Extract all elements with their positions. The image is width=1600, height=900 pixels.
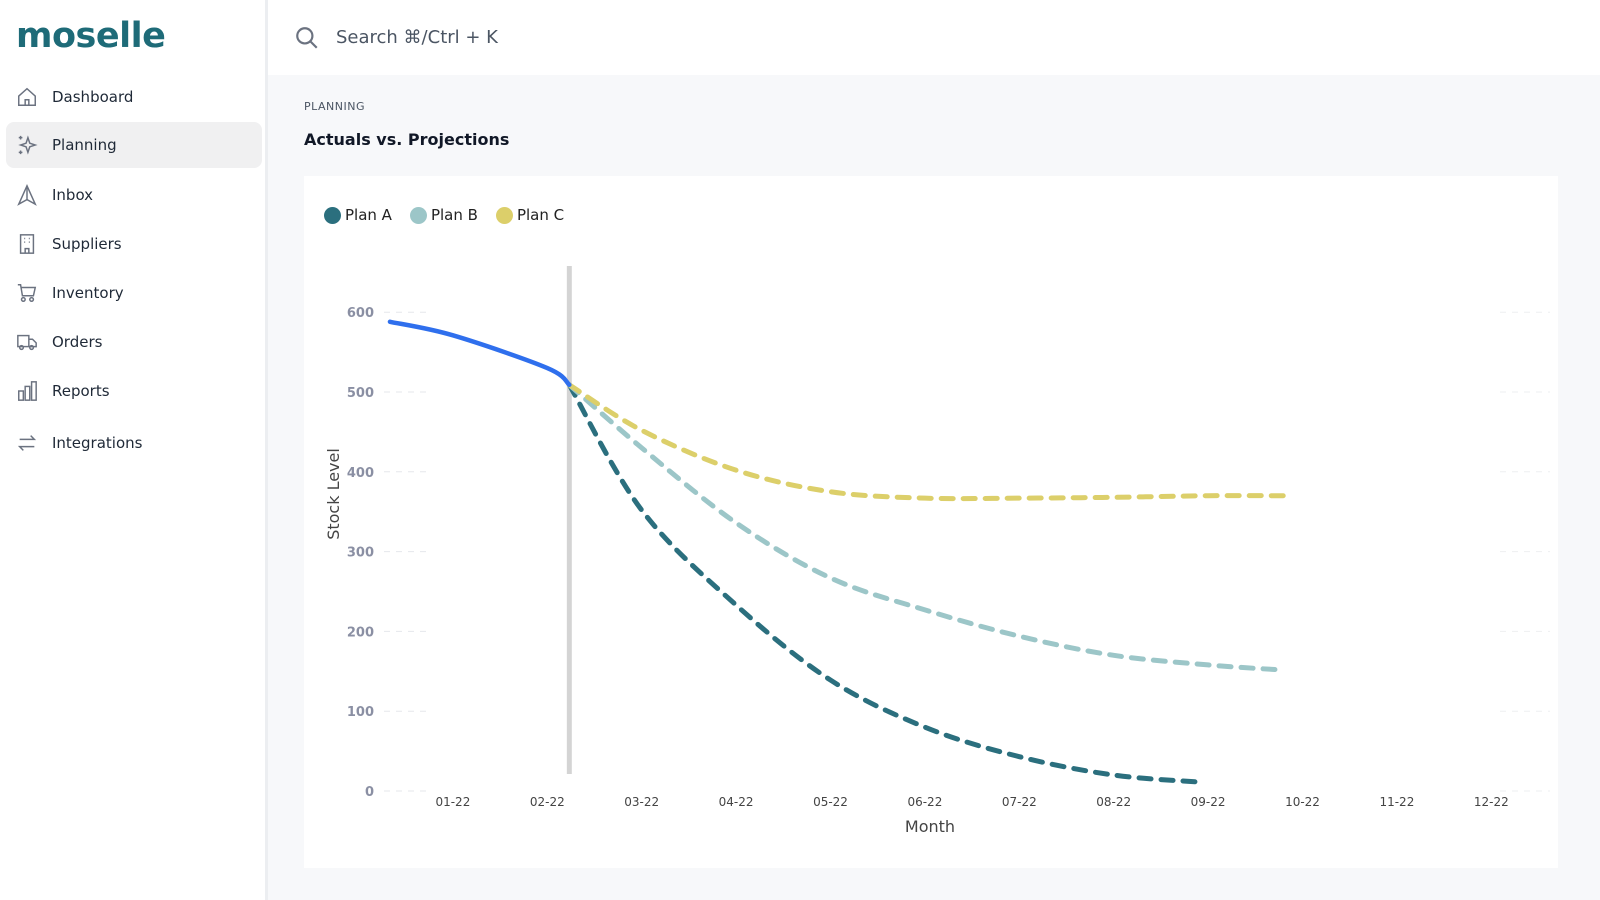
legend-label: Plan C xyxy=(516,206,565,224)
page-title: Actuals vs. Projections xyxy=(304,130,510,149)
y-tick-label: 600 xyxy=(347,306,374,321)
sidebar-item-label: Integrations xyxy=(52,434,143,452)
x-tick-label: 12-22 xyxy=(1474,795,1509,809)
x-tick-label: 06-22 xyxy=(907,795,942,809)
sidebar-item-inventory[interactable]: Inventory xyxy=(6,270,262,316)
sidebar-item-integrations[interactable]: Integrations xyxy=(6,420,262,466)
legend-item[interactable]: Plan A xyxy=(324,206,392,224)
sidebar-item-suppliers[interactable]: Suppliers xyxy=(6,221,262,267)
sidebar-item-label: Reports xyxy=(52,382,110,400)
legend-item[interactable]: Plan C xyxy=(495,206,565,224)
series-line-plan-a xyxy=(566,382,1205,785)
x-tick-label: 05-22 xyxy=(813,795,848,809)
legend-label: Plan B xyxy=(430,206,478,224)
sidebar-item-label: Planning xyxy=(52,136,117,154)
x-tick-label: 04-22 xyxy=(719,795,754,809)
legend-swatch xyxy=(495,206,513,224)
y-axis-label: Stock Level xyxy=(324,448,343,540)
breadcrumb: PLANNING xyxy=(304,100,365,113)
arrows-icon xyxy=(17,435,37,451)
x-tick-label: 07-22 xyxy=(1002,795,1037,809)
x-tick-label: 01-22 xyxy=(435,795,470,809)
series-line-actual xyxy=(387,319,572,388)
sidebar-item-inbox[interactable]: Inbox xyxy=(6,172,262,218)
search-input[interactable] xyxy=(336,27,836,48)
y-tick-label: 500 xyxy=(347,386,374,401)
search-icon xyxy=(296,26,318,49)
y-tick-label: 300 xyxy=(347,546,374,561)
x-tick-label: 11-22 xyxy=(1379,795,1414,809)
sidebar-item-label: Inventory xyxy=(52,284,124,302)
x-axis-label: Month xyxy=(905,817,955,836)
x-tick-label: 10-22 xyxy=(1285,795,1320,809)
y-tick-label: 0 xyxy=(365,785,374,800)
sidebar-item-label: Suppliers xyxy=(52,235,122,253)
y-tick-label: 400 xyxy=(347,466,374,481)
logo[interactable]: moselle xyxy=(16,16,166,56)
x-tick-label: 08-22 xyxy=(1096,795,1131,809)
y-tick-label: 100 xyxy=(347,705,374,720)
search-bar xyxy=(268,0,1600,75)
chart-card: 0 100 200 300 400 500 600 01-22 02-22 03-22 04-22 0… xyxy=(304,176,1558,868)
x-tick-label: 02-22 xyxy=(530,795,565,809)
home-icon xyxy=(18,87,36,106)
bar-chart-icon xyxy=(18,381,37,401)
sidebar-item-reports[interactable]: Reports xyxy=(6,368,262,414)
legend-item[interactable]: Plan B xyxy=(409,206,478,224)
sidebar-item-planning[interactable]: Planning xyxy=(6,122,262,168)
y-tick-label: 200 xyxy=(347,625,374,640)
series-line-plan-b xyxy=(566,382,1280,673)
sidebar-item-orders[interactable]: Orders xyxy=(6,319,262,365)
line-chart: 0 100 200 300 400 500 600 01-22 02-22 03-22 04-22 0… xyxy=(324,266,1550,836)
sidebar-item-label: Orders xyxy=(52,333,103,351)
send-icon xyxy=(17,184,37,206)
sidebar-item-dashboard[interactable]: Dashboard xyxy=(6,74,262,120)
sidebar-item-label: Inbox xyxy=(52,186,94,204)
building-icon xyxy=(19,234,35,254)
chart-legend: Plan A Plan B Plan C xyxy=(324,206,564,224)
legend-label: Plan A xyxy=(345,206,392,224)
sidebar-item-label: Dashboard xyxy=(52,88,134,106)
truck-icon xyxy=(17,334,37,351)
x-tick-label: 03-22 xyxy=(624,795,659,809)
sidebar: moselle Dashboard Planning Inbox Suppliers I… xyxy=(0,0,268,900)
legend-swatch xyxy=(409,206,427,224)
x-tick-label: 09-22 xyxy=(1191,795,1226,809)
series-line-plan-c xyxy=(566,382,1290,502)
cart-icon xyxy=(17,284,37,302)
sparkles-icon xyxy=(18,135,38,155)
legend-swatch xyxy=(324,206,341,224)
